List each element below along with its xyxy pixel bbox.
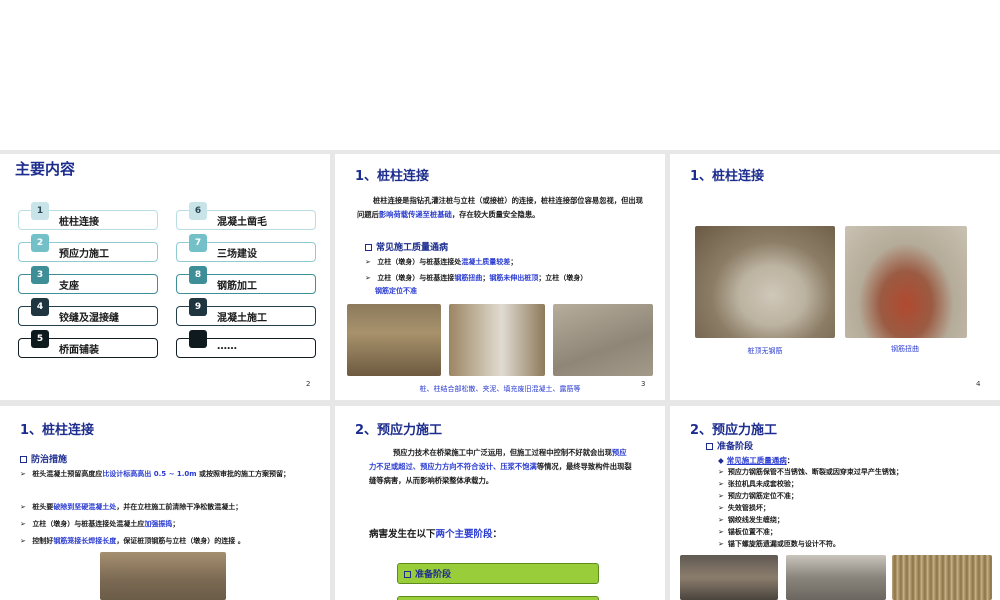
site-photo [449, 304, 545, 376]
bullet-item: 桩头混凝土预留高度应比设计标高高出 0.5 ~ 1.0m 或按照审批的施工方案预… [20, 468, 318, 481]
slide-title: 1、桩柱连接 [355, 169, 430, 184]
toc-item-9: 9 混凝土施工 [176, 298, 316, 326]
slide-thumbnail-5[interactable]: 1、桩柱连接 防治措施 桩头混凝土预留高度应比设计标高高出 0.5 ~ 1.0m… [0, 406, 330, 600]
bullet-item: 锚板位置不准； [718, 526, 988, 538]
bullet-item: 立柱（墩身）与桩基连接处混凝土质量较差； [365, 256, 650, 269]
page-number: 4 [976, 380, 981, 388]
toc-item-6: 6 混凝土凿毛 [176, 202, 316, 230]
stage-box-preparation: 准备阶段 [397, 563, 599, 584]
photo-caption: 钢筋扭曲 [891, 345, 919, 353]
bullet-item: 桩头要破除到坚硬混凝土处，并在立柱施工前清除干净松散混凝土； [20, 501, 318, 514]
slide-thumbnail-2[interactable]: 主要内容 1 桩柱连接 2 预应力施工 3 支座 4 铰缝及湿接缝 5 桥面铺装… [0, 154, 330, 400]
toc-item-2: 2 预应力施工 [18, 234, 158, 262]
bullet-item: 立柱（墩身）与桩基连接钢筋扭曲；钢筋未伸出桩顶；立柱（墩身）钢筋定位不准 [365, 272, 650, 298]
toc-item-1: 1 桩柱连接 [18, 202, 158, 230]
checkbox-bullet-icon [706, 443, 713, 450]
slide-title: 主要内容 [15, 160, 76, 178]
checkbox-bullet-icon [20, 456, 27, 463]
slide-title: 1、桩柱连接 [20, 423, 95, 438]
intro-paragraph: 预应力技术在桥梁施工中广泛运用，但施工过程中控制不好就会出现预应力不足或超过、预… [369, 448, 632, 485]
site-photo [347, 304, 441, 376]
toc-item-3: 3 支座 [18, 266, 158, 294]
rebar-photo [845, 226, 967, 338]
bullet-item: 钢绞线发生缠绕； [718, 514, 988, 526]
stage-intro: 病害发生在以下两个主要阶段： [369, 529, 503, 540]
site-photo [680, 555, 778, 600]
bullet-item: 立柱（墩身）与桩基连接处混凝土应加强振捣； [20, 518, 318, 531]
photo-caption: 桩、柱结合部松散、夹泥、填充废旧混凝土、露筋等 [419, 385, 581, 393]
toc-item-5: 5 桥面铺装 [18, 330, 158, 358]
slide-title: 1、桩柱连接 [690, 169, 765, 184]
site-photo [786, 555, 886, 600]
intro-paragraph: 桩柱连接是指钻孔灌注桩与立柱（或接桩）的连接，桩柱连接部位容易忽视，但出现问题后… [357, 196, 643, 219]
slide-thumbnail-7[interactable]: 2、预应力施工 准备阶段 ◆常见施工质量通病： 预应力钢筋保管不当锈蚀、断裂或因… [670, 406, 1000, 600]
diamond-bullet-icon: ◆ [718, 456, 724, 465]
checkbox-bullet-icon [365, 244, 372, 251]
sub-heading: ◆ 常见施工质量通病： [718, 456, 795, 465]
bullet-item: 张拉机具未成套校验； [718, 478, 988, 490]
page-number: 2 [306, 380, 311, 388]
checkbox-bullet-icon [404, 571, 411, 578]
site-photo [553, 304, 653, 376]
bullet-item: 预应力钢筋定位不准； [718, 490, 988, 502]
slide-title: 2、预应力施工 [355, 423, 443, 438]
toc-item-8: 8 钢筋加工 [176, 266, 316, 294]
slide-title: 2、预应力施工 [690, 423, 778, 438]
toc-item-7: 7 三场建设 [176, 234, 316, 262]
section-heading: 常见施工质量通病 [365, 240, 448, 253]
rebar-cage-photo [100, 552, 226, 600]
site-photo [892, 555, 992, 600]
bullet-item: 控制好钢筋笼接长焊接长度，保证桩顶钢筋与立柱（墩身）的连接 。 [20, 535, 318, 548]
stage-box-second [397, 596, 599, 600]
bullet-item: 失效管损坏； [718, 502, 988, 514]
toc-item-more: …… [176, 330, 316, 358]
bullet-item: 预应力钢筋保管不当锈蚀、断裂或因穿束过早产生锈蚀； [718, 466, 988, 478]
toc-item-4: 4 铰缝及湿接缝 [18, 298, 158, 326]
slide-thumbnail-4[interactable]: 1、桩柱连接 桩顶无钢筋 钢筋扭曲 4 [670, 154, 1000, 400]
slide-thumbnail-6[interactable]: 2、预应力施工 预应力技术在桥梁施工中广泛运用，但施工过程中控制不好就会出现预应… [335, 406, 665, 600]
photo-caption: 桩顶无钢筋 [747, 347, 783, 355]
slide-thumbnail-3[interactable]: 1、桩柱连接 桩柱连接是指钻孔灌注桩与立柱（或接桩）的连接，桩柱连接部位容易忽视… [335, 154, 665, 400]
section-heading: 准备阶段 [706, 439, 753, 452]
section-heading: 防治措施 [20, 452, 67, 465]
page-number: 3 [641, 380, 646, 388]
pile-top-photo [695, 226, 835, 338]
bullet-item: 锚下螺旋筋遗漏或匝数与设计不符。 [718, 538, 988, 550]
